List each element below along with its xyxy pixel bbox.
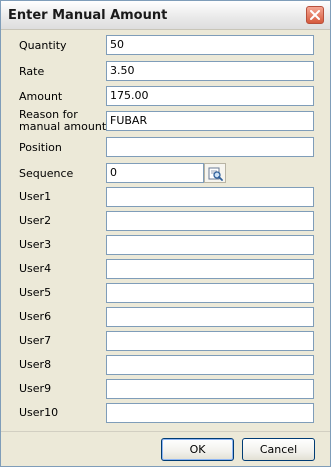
reason-label-line2: manual amount [19, 120, 107, 133]
close-button[interactable] [306, 6, 324, 24]
position-field[interactable] [106, 137, 314, 157]
user8-label: User8 [19, 358, 52, 371]
user7-field[interactable] [106, 331, 314, 351]
user4-field[interactable] [106, 259, 314, 279]
title-bar[interactable]: Enter Manual Amount [1, 1, 330, 30]
amount-label: Amount [19, 90, 63, 103]
user9-field[interactable] [106, 379, 314, 399]
lookup-icon [208, 167, 223, 181]
user6-field[interactable] [106, 307, 314, 327]
close-icon [310, 10, 320, 20]
user10-label: User10 [19, 406, 59, 419]
user3-field[interactable] [106, 235, 314, 255]
sequence-label: Sequence [19, 167, 74, 180]
user5-label: User5 [19, 286, 52, 299]
user2-label: User2 [19, 214, 52, 227]
amount-field[interactable]: 175.00 [106, 86, 314, 106]
rate-field[interactable]: 3.50 [106, 61, 314, 81]
user6-label: User6 [19, 310, 52, 323]
user1-label: User1 [19, 190, 52, 203]
sequence-field[interactable]: 0 [106, 163, 204, 183]
user5-field[interactable] [106, 283, 314, 303]
user9-label: User9 [19, 382, 52, 395]
sequence-lookup-button[interactable] [204, 163, 226, 183]
user1-field[interactable] [106, 187, 314, 207]
rate-label: Rate [19, 65, 45, 78]
user10-field[interactable] [106, 403, 314, 423]
user3-label: User3 [19, 238, 52, 251]
reason-field[interactable]: FUBAR [106, 111, 314, 131]
ok-button[interactable]: OK [161, 438, 234, 461]
user7-label: User7 [19, 334, 52, 347]
footer-divider [1, 431, 330, 432]
quantity-field[interactable]: 50 [106, 35, 314, 55]
user8-field[interactable] [106, 355, 314, 375]
user4-label: User4 [19, 262, 52, 275]
manual-amount-dialog: Enter Manual Amount Quantity 50 Rate 3.5… [0, 0, 331, 467]
dialog-title: Enter Manual Amount [8, 8, 168, 23]
quantity-label: Quantity [19, 39, 67, 52]
user2-field[interactable] [106, 211, 314, 231]
position-label: Position [19, 141, 62, 154]
cancel-button[interactable]: Cancel [242, 438, 315, 461]
